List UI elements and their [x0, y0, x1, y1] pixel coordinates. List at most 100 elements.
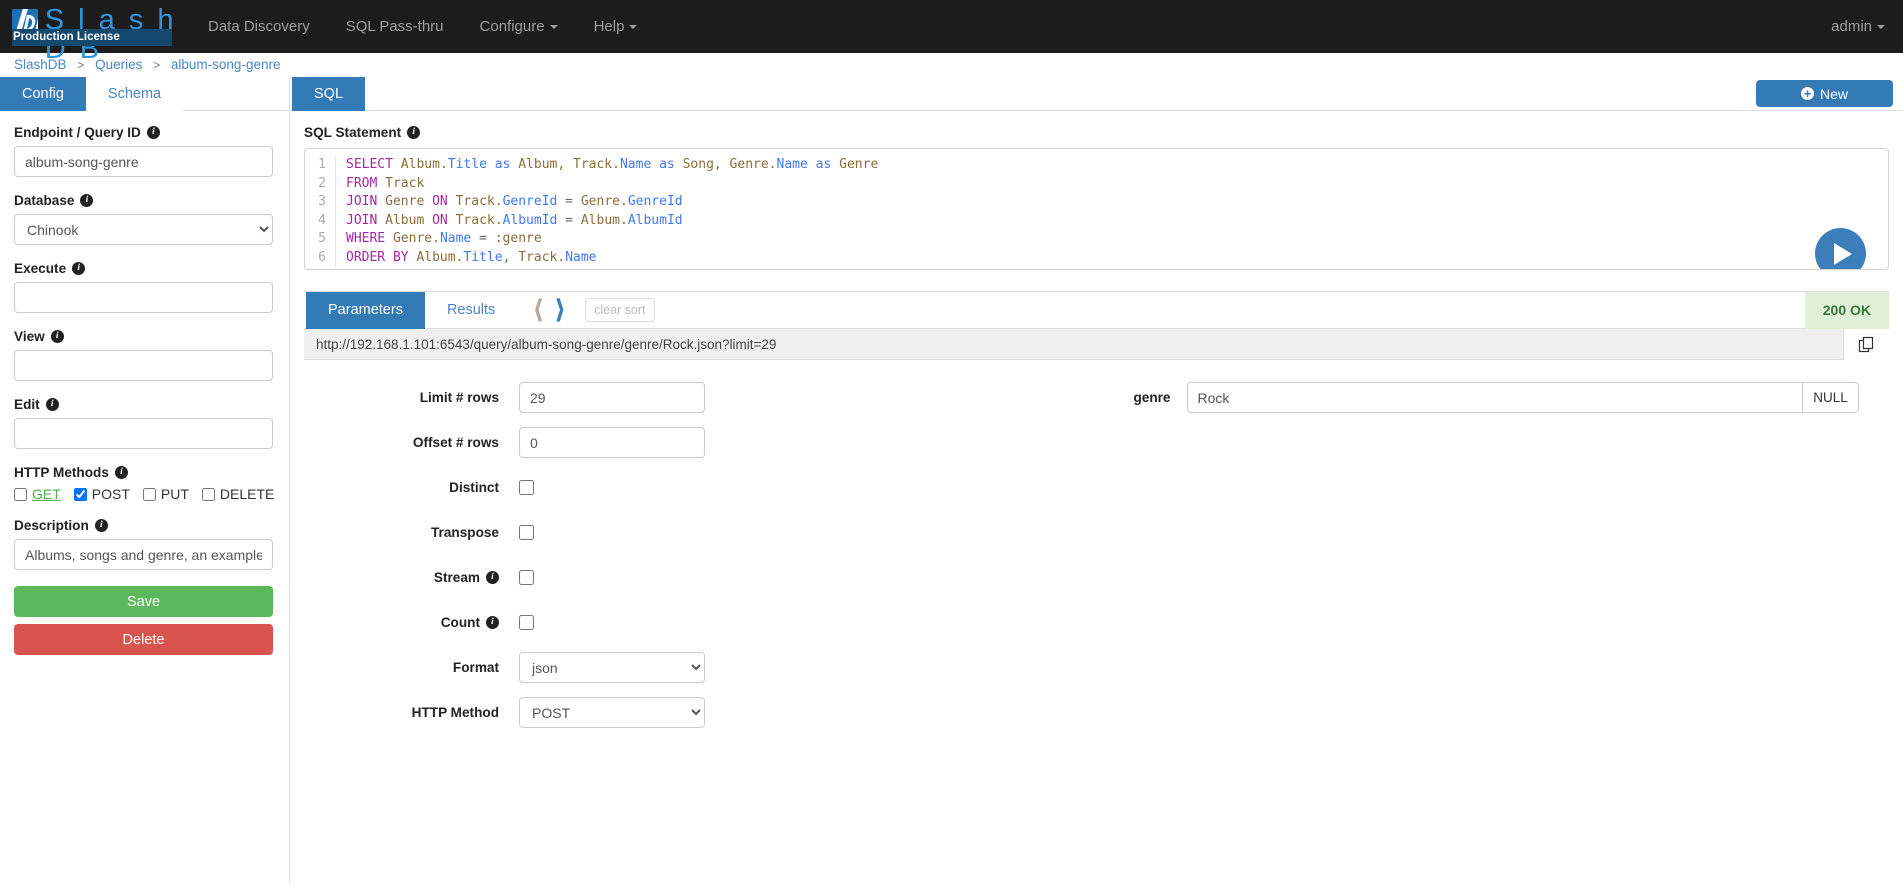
nav-label: Help	[593, 18, 625, 35]
user-menu[interactable]: admin	[1823, 18, 1893, 35]
description-label-text: Description	[14, 518, 89, 533]
chevron-left-icon[interactable]: ⟨	[527, 292, 549, 329]
transpose-checkbox[interactable]	[519, 525, 534, 540]
genre-input[interactable]	[1186, 382, 1802, 413]
http-method-delete[interactable]: DELETE	[201, 486, 275, 502]
param-row-stream: Stream i	[304, 562, 1087, 593]
param-label-text: HTTP Method	[411, 705, 499, 720]
execute-label: Execute i	[14, 261, 273, 276]
request-url[interactable]: http://192.168.1.101:6543/query/album-so…	[304, 337, 1843, 352]
http-method-delete-label: DELETE	[219, 486, 275, 502]
database-label: Database i	[14, 193, 273, 208]
nav-item-sql-pass-thru[interactable]: SQL Pass-thru	[328, 0, 462, 53]
count-checkbox[interactable]	[519, 615, 534, 630]
view-input[interactable]	[14, 350, 273, 381]
clear-sort-button[interactable]: clear sort	[585, 298, 655, 322]
param-label-text: Format	[452, 660, 499, 675]
tab-results[interactable]: Results	[425, 292, 517, 329]
info-icon[interactable]: i	[80, 194, 94, 207]
sql-statement-label-text: SQL Statement	[304, 125, 402, 140]
sql-line-text: FROM Track	[335, 174, 424, 194]
param-label-text: Transpose	[431, 525, 499, 540]
user-label: admin	[1831, 18, 1872, 35]
sql-code-line: 6 ORDER BY Album.Title, Track.Name	[305, 248, 1888, 268]
sql-line-number: 3	[318, 194, 326, 210]
http-method-get[interactable]: GET	[14, 486, 61, 502]
delete-button[interactable]: Delete	[14, 624, 273, 655]
info-icon[interactable]: i	[94, 519, 108, 532]
tab-parameters[interactable]: Parameters	[306, 292, 425, 329]
http-method-put-checkbox[interactable]	[142, 487, 156, 501]
edit-input[interactable]	[14, 418, 273, 449]
breadcrumb-item-album-song-genre[interactable]: album-song-genre	[171, 57, 281, 72]
http-method-delete-checkbox[interactable]	[201, 487, 215, 501]
endpoint-input[interactable]	[14, 146, 273, 177]
info-icon[interactable]: i	[45, 398, 59, 411]
http-method-select[interactable]: POST	[519, 697, 705, 728]
save-button[interactable]: Save	[14, 586, 273, 617]
config-panel: Config Schema Endpoint / Query ID i Data…	[0, 77, 290, 884]
sql-line-number: 1	[318, 157, 326, 172]
brand-logo[interactable]: S l a s h D B Production License	[0, 0, 180, 64]
nav-item-help[interactable]: Help	[576, 0, 656, 53]
nav-links: Data Discovery SQL Pass-thru Configure H…	[190, 0, 655, 53]
param-label-format: Format	[304, 660, 519, 675]
info-icon[interactable]: i	[72, 262, 86, 275]
copy-url-button[interactable]	[1843, 328, 1889, 360]
sql-code[interactable]: 1 SELECT Album.Title as Album, Track.Name…	[305, 149, 1888, 268]
new-button-label: New	[1819, 85, 1848, 102]
http-method-get-checkbox[interactable]	[14, 487, 27, 501]
description-input[interactable]	[14, 539, 273, 570]
database-select[interactable]: Chinook	[14, 214, 273, 245]
execute-input[interactable]	[14, 282, 273, 313]
sql-editor[interactable]: 1 SELECT Album.Title as Album, Track.Name…	[304, 148, 1889, 270]
config-form: Endpoint / Query ID i Database i Chinook…	[0, 111, 289, 662]
view-label-text: View	[14, 329, 45, 344]
info-icon[interactable]: i	[146, 126, 160, 139]
http-method-post[interactable]: POST	[73, 486, 130, 502]
status-badge: 200 OK	[1804, 292, 1889, 329]
tab-sql[interactable]: SQL	[292, 77, 366, 111]
param-label-text: Stream	[433, 570, 480, 585]
info-icon[interactable]: i	[486, 571, 499, 584]
new-button[interactable]: + New	[1756, 80, 1893, 107]
description-label: Description i	[14, 518, 273, 533]
run-query-button[interactable]	[1815, 228, 1866, 269]
http-methods-row: GET POST PUT DELETE	[14, 486, 275, 502]
results-toolbar: Parameters Results ⟨ ⟩ clear sort 200 OK	[304, 291, 1889, 329]
top-navbar: S l a s h D B Production License Data Di…	[0, 0, 1903, 64]
chevron-right-icon[interactable]: ⟩	[549, 292, 571, 329]
query-panel: SQL + New SQL Statement i 1 SELECT Album.…	[290, 77, 1903, 884]
nav-item-data-discovery[interactable]: Data Discovery	[190, 0, 328, 53]
param-label-text: Limit # rows	[419, 390, 499, 405]
stream-checkbox[interactable]	[519, 570, 534, 585]
http-method-put[interactable]: PUT	[142, 486, 189, 502]
info-icon[interactable]: i	[114, 466, 128, 479]
sql-line-text: WHERE Genre.Name = :genre	[335, 230, 542, 249]
sql-statement-label: SQL Statement i	[304, 125, 1889, 140]
sql-code-line: 2 FROM Track	[305, 174, 1888, 194]
tab-schema[interactable]: Schema	[85, 77, 184, 111]
http-method-get-label[interactable]: GET	[32, 486, 61, 502]
info-icon[interactable]: i	[486, 616, 499, 629]
distinct-checkbox[interactable]	[519, 480, 534, 495]
nav-item-configure[interactable]: Configure	[462, 0, 576, 53]
sql-line-number: 6	[318, 249, 326, 265]
param-label-http-method: HTTP Method	[304, 705, 519, 720]
param-label-stream: Stream i	[304, 570, 519, 585]
genre-null-button[interactable]: NULL	[1802, 382, 1859, 413]
limit-rows-input[interactable]	[519, 382, 705, 413]
endpoint-label-text: Endpoint / Query ID	[14, 125, 141, 140]
format-select[interactable]: json	[519, 652, 705, 683]
chevron-down-icon	[549, 25, 558, 30]
field-view: View i	[14, 329, 273, 381]
info-icon[interactable]: i	[50, 330, 64, 343]
http-method-post-checkbox[interactable]	[73, 487, 87, 501]
edit-label: Edit i	[14, 397, 273, 412]
sql-line-number: 5	[318, 231, 326, 247]
param-label-limit: Limit # rows	[304, 390, 519, 405]
tab-config[interactable]: Config	[0, 77, 86, 111]
info-icon[interactable]: i	[407, 126, 421, 139]
offset-rows-input[interactable]	[519, 427, 705, 458]
parameters-right-column: genre NULL	[1087, 382, 1870, 742]
